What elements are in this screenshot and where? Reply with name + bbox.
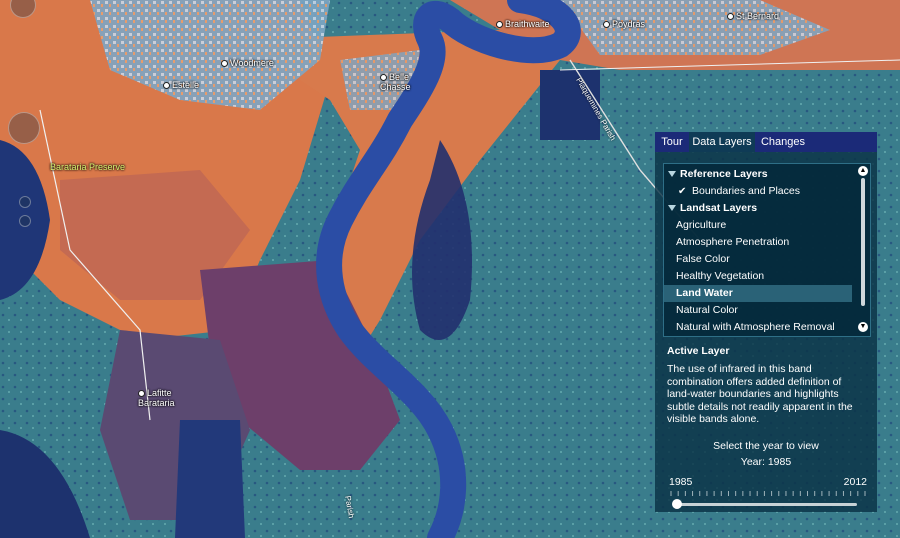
pan-control[interactable] [8, 112, 40, 144]
park-label: Barataria Preserve [50, 162, 126, 172]
expand-triangle-icon [668, 171, 676, 178]
group-label: Reference Layers [680, 168, 768, 180]
year-value: Year: 1985 [740, 456, 792, 468]
layer-label: Natural Color [676, 304, 738, 316]
tab-data-layers[interactable]: Data Layers [689, 132, 755, 152]
layer-atmosphere-penetration[interactable]: Atmosphere Penetration [664, 234, 852, 251]
layer-list-scrollbar[interactable]: ▲ ▼ [858, 166, 868, 332]
place-label: Lafitte Barataria [138, 388, 188, 408]
place-name: Woodmere [230, 58, 274, 68]
layer-label: Agriculture [676, 219, 727, 231]
scroll-down-icon[interactable]: ▼ [858, 322, 868, 332]
place-label: Woodmere [221, 58, 274, 68]
place-marker-icon [496, 21, 503, 29]
place-marker-icon [380, 74, 387, 82]
active-layer-heading: Active Layer [667, 345, 730, 357]
layer-label: False Color [676, 253, 730, 265]
layer-label: Healthy Vegetation [676, 270, 765, 282]
layer-label: Natural with Atmosphere Removal [676, 321, 835, 333]
place-label: Estelle [163, 80, 199, 90]
zoom-in-control[interactable] [19, 196, 31, 208]
year-max-label: 2012 [843, 476, 867, 488]
place-label: Belle Chasse [380, 72, 420, 92]
bay-south [175, 420, 245, 538]
group-landsat-layers[interactable]: Landsat Layers [664, 200, 852, 217]
place-label: Braithwaite [496, 19, 550, 29]
year-slider-track[interactable] [677, 503, 857, 506]
layer-boundaries-and-places[interactable]: ✔ Boundaries and Places [664, 183, 852, 200]
group-reference-layers[interactable]: Reference Layers [664, 166, 852, 183]
place-marker-icon [603, 21, 610, 29]
zoom-out-control[interactable] [19, 215, 31, 227]
year-min-label: 1985 [669, 476, 693, 488]
layer-false-color[interactable]: False Color [664, 251, 852, 268]
expand-triangle-icon [668, 205, 676, 212]
scrollbar-thumb[interactable] [861, 178, 865, 306]
place-marker-icon [221, 60, 228, 68]
place-name: Braithwaite [505, 19, 550, 29]
layer-agriculture[interactable]: Agriculture [664, 217, 852, 234]
layer-land-water[interactable]: Land Water [664, 285, 852, 302]
place-label: Poydras [603, 19, 645, 29]
layer-label: Land Water [676, 287, 733, 299]
place-name: Estelle [172, 80, 200, 90]
year-slider-ticks [670, 491, 866, 496]
place-name: Poydras [612, 19, 646, 29]
layer-label: Boundaries and Places [692, 185, 800, 197]
layer-healthy-vegetation[interactable]: Healthy Vegetation [664, 268, 852, 285]
tab-tour[interactable]: Tour [655, 132, 689, 152]
place-marker-icon [727, 13, 734, 21]
tab-changes[interactable]: Changes [755, 132, 811, 152]
checkmark-icon[interactable]: ✔ [678, 183, 688, 200]
place-label: St Bernard [727, 11, 779, 21]
layer-label: Atmosphere Penetration [676, 236, 790, 248]
layer-natural-with-atmosphere-removal[interactable]: Natural with Atmosphere Removal [664, 319, 852, 336]
layer-natural-color[interactable]: Natural Color [664, 302, 852, 319]
data-layers-panel: Tour Data Layers Changes Reference Layer… [655, 132, 877, 512]
group-label: Landsat Layers [680, 202, 758, 214]
place-marker-icon [163, 82, 170, 90]
layer-list: Reference Layers ✔ Boundaries and Places … [663, 163, 871, 337]
place-marker-icon [138, 390, 145, 398]
year-slider-handle[interactable] [672, 499, 682, 509]
active-layer-description: The use of infrared in this band combina… [667, 363, 853, 425]
panel-tabs: Tour Data Layers Changes [655, 132, 877, 152]
year-prompt: Select the year to view [713, 440, 819, 452]
scroll-up-icon[interactable]: ▲ [858, 166, 868, 176]
place-name: St Bernard [736, 11, 780, 21]
